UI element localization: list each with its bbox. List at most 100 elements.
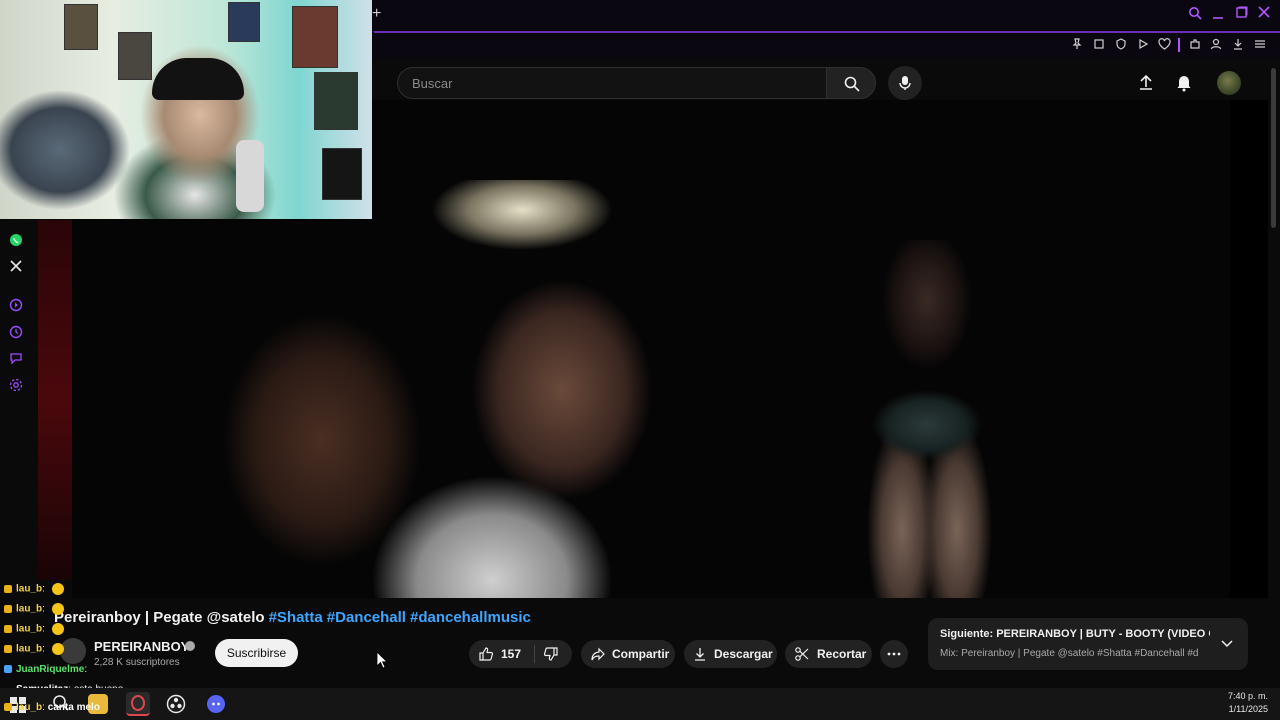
side-panel	[1230, 100, 1268, 598]
next-video-card[interactable]: Siguiente: PEREIRANBOY | BUTY - BOOTY (V…	[928, 618, 1248, 670]
chat-message: lau_b:	[4, 603, 64, 615]
more-actions-button[interactable]	[880, 640, 908, 668]
clock-time: 7:40 p. m.	[1227, 691, 1268, 701]
toolbar-divider	[1178, 38, 1180, 52]
clock-date: 1/11/2025	[1228, 704, 1268, 714]
chat-badge-icon	[4, 665, 12, 674]
share-button[interactable]: Compartir	[581, 640, 675, 668]
settings-gear-icon[interactable]	[9, 378, 23, 392]
x-icon[interactable]	[9, 259, 23, 273]
subscribe-button[interactable]: Suscribirse	[215, 639, 298, 667]
verified-badge-icon	[185, 641, 195, 651]
video-frame-singer	[192, 180, 712, 598]
chat-message: lau_b: canta melo	[4, 702, 100, 713]
play-icon[interactable]	[1137, 38, 1151, 52]
profile-icon[interactable]	[1210, 38, 1224, 52]
like-dislike-group: 157	[469, 640, 572, 668]
hashtag-link[interactable]: #Dancehall	[327, 609, 406, 626]
download-button[interactable]: Descargar	[684, 640, 777, 668]
wall-poster	[314, 72, 358, 130]
chat-username: lau_b	[16, 643, 43, 655]
chat-icon[interactable]	[9, 351, 23, 365]
streamer-webcam	[0, 0, 372, 219]
wall-poster	[228, 2, 260, 42]
chat-badge-icon	[4, 703, 12, 712]
heart-icon[interactable]	[1158, 38, 1172, 52]
share-label: Compartir	[612, 647, 670, 661]
emote-icon	[51, 623, 64, 635]
clip-button[interactable]: Recortar	[785, 640, 872, 668]
download-label: Descargar	[714, 647, 773, 661]
pin-icon[interactable]	[1071, 38, 1085, 52]
download-arrow-icon	[692, 646, 708, 662]
notifications-bell-icon[interactable]	[1174, 72, 1196, 94]
sidebar-accent	[38, 220, 72, 580]
video-frame-dancer	[832, 240, 1012, 598]
share-icon	[590, 646, 606, 662]
chat-badge-icon	[4, 625, 12, 633]
voice-search-button[interactable]	[888, 66, 922, 100]
search-placeholder: Buscar	[412, 76, 453, 91]
minimize-icon[interactable]	[1212, 6, 1224, 20]
chat-text: canta melo	[47, 702, 100, 713]
wall-poster	[64, 4, 98, 50]
whatsapp-icon[interactable]	[9, 233, 23, 247]
hashtag-link[interactable]: #dancehallmusic	[410, 609, 531, 626]
channel-avatar[interactable]	[60, 638, 86, 664]
obs-icon[interactable]	[166, 694, 186, 714]
microphone	[236, 140, 264, 212]
new-tab-button[interactable]: +	[372, 6, 386, 22]
chat-message: JuanRiquelme:	[4, 664, 87, 675]
emote-icon	[51, 583, 64, 595]
scissors-icon	[794, 646, 810, 662]
like-count[interactable]: 157	[501, 647, 521, 661]
next-video-subtitle: Mix: Pereiranboy | Pegate @satelo #Shatt…	[940, 648, 1199, 659]
like-icon[interactable]	[478, 646, 494, 662]
chat-username: lau_b	[16, 583, 43, 595]
search-input[interactable]: Buscar	[397, 67, 827, 99]
chat-message: lau_b:	[4, 583, 64, 595]
emote-icon	[51, 643, 64, 655]
chat-badge-icon	[4, 605, 12, 613]
microphone-icon	[899, 75, 911, 91]
shield-icon[interactable]	[1115, 38, 1129, 52]
system-clock[interactable]: 7:40 p. m. 1/11/2025	[1228, 690, 1268, 716]
chat-username: lau_b	[16, 702, 43, 713]
windows-taskbar	[0, 688, 1280, 720]
opera-gx-icon[interactable]	[126, 692, 150, 716]
chat-username: lau_b	[16, 623, 43, 635]
download-icon[interactable]	[1232, 38, 1246, 52]
upload-icon[interactable]	[1136, 72, 1158, 94]
player-icon[interactable]	[9, 298, 23, 312]
browser-search-icon[interactable]	[1188, 6, 1202, 20]
dislike-icon[interactable]	[543, 646, 559, 662]
chevron-down-icon[interactable]	[1220, 636, 1234, 650]
extensions-icon[interactable]	[1189, 38, 1203, 52]
channel-name[interactable]: PEREIRANBOY	[94, 639, 189, 654]
account-avatar[interactable]	[1217, 71, 1241, 95]
search-icon	[844, 76, 860, 92]
streamer-cap	[152, 58, 244, 100]
mouse-cursor-icon	[376, 651, 388, 669]
chat-message: lau_b:	[4, 623, 64, 635]
chat-username: JuanRiquelme	[16, 664, 85, 675]
like-divider	[534, 645, 535, 663]
history-icon[interactable]	[9, 325, 23, 339]
search-button[interactable]	[826, 67, 876, 99]
hashtag-link[interactable]: #Shatta	[269, 609, 323, 626]
subscriber-count: 2,28 K suscriptores	[94, 657, 180, 668]
clip-label: Recortar	[817, 647, 867, 661]
page-scrollbar[interactable]	[1271, 68, 1276, 228]
discord-icon[interactable]	[206, 694, 226, 714]
close-icon[interactable]	[1258, 6, 1270, 18]
screenshot-icon[interactable]	[1093, 38, 1107, 52]
chat-badge-icon	[4, 645, 12, 653]
wall-poster	[118, 32, 152, 80]
chat-badge-icon	[4, 585, 12, 593]
menu-icon[interactable]	[1254, 38, 1268, 52]
more-horizontal-icon	[886, 646, 902, 662]
emote-icon	[51, 603, 64, 615]
wall-poster	[292, 6, 338, 68]
maximize-icon[interactable]	[1236, 6, 1248, 18]
wall-poster	[322, 148, 362, 200]
